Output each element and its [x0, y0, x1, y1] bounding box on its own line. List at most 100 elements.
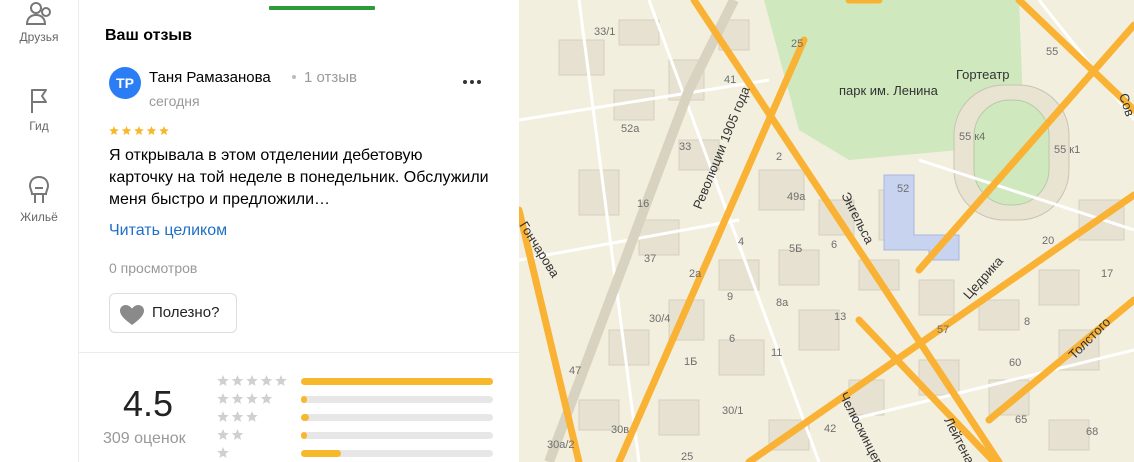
- house-number-label: 30/4: [649, 313, 670, 325]
- rating-value: 4.5: [123, 383, 174, 424]
- house-number-label: 49а: [787, 191, 806, 203]
- street-label: Сов: [1116, 91, 1134, 118]
- distribution-stars-5: [217, 375, 287, 386]
- distribution-bar-4: [301, 396, 493, 403]
- read-more-link[interactable]: Читать целиком: [109, 222, 227, 240]
- star-icon: [231, 429, 244, 440]
- house-number-label: 25: [791, 38, 803, 50]
- stadium: [953, 84, 1070, 221]
- distribution-stars-2: [217, 429, 244, 440]
- rail-label-friends: Друзья: [19, 30, 59, 44]
- map-canvas[interactable]: парк им. ЛенинаГортеатрРеволюции 1905 го…: [519, 0, 1134, 462]
- star-icon: [260, 393, 273, 404]
- rail-label-guide: Гид: [29, 119, 49, 133]
- star-icon: [217, 411, 229, 422]
- rail-item-friends[interactable]: Друзья: [0, 2, 78, 44]
- distribution-stars-3: [217, 411, 258, 422]
- dot-separator: [292, 75, 296, 79]
- star-icon: [275, 375, 287, 386]
- house-number-label: 5Б: [789, 243, 802, 255]
- friends-icon: [25, 2, 51, 25]
- distribution-bar-fill: [301, 378, 493, 385]
- useful-button[interactable]: Полезно?: [109, 293, 237, 333]
- star-icon: [246, 375, 258, 386]
- house-number-label: 16: [637, 198, 649, 210]
- review-panel: Ваш отзыв ТР Таня Рамазанова 1 отзыв сег…: [79, 0, 520, 462]
- highlighted-building: [883, 174, 960, 261]
- star-icon: [246, 393, 258, 404]
- section-divider: [79, 352, 519, 353]
- house-number-label: 33/1: [594, 26, 615, 38]
- house-number-label: 41: [724, 74, 736, 86]
- house-number-label: 13: [834, 311, 846, 323]
- rail-item-housing[interactable]: Жильё: [0, 174, 78, 224]
- avatar[interactable]: ТР: [109, 67, 141, 99]
- rating-count: 309 оценок: [103, 430, 186, 447]
- star-icon: [217, 393, 229, 404]
- distribution-stars-4: [217, 393, 273, 404]
- house-number-label: 17: [1101, 268, 1113, 280]
- house-number-label: 37: [644, 253, 656, 265]
- more-dots-icon: [463, 80, 481, 84]
- review-text: Я открывала в этом отделении дебетовую к…: [109, 147, 489, 208]
- useful-label: Полезно?: [152, 304, 220, 321]
- author-name[interactable]: Таня Рамазанова: [149, 69, 271, 86]
- distribution-bar-2: [301, 432, 493, 439]
- distribution-bar-fill: [301, 432, 307, 439]
- house-number-label: 30/1: [722, 405, 743, 417]
- star-icon: [121, 126, 132, 136]
- house-number-label: 20: [1042, 235, 1054, 247]
- star-icon: [109, 126, 119, 136]
- house-number-label: 57: [937, 324, 949, 336]
- left-rail: Друзья Гид Жильё: [0, 0, 79, 462]
- heart-icon: [120, 305, 144, 325]
- star-icon: [217, 375, 229, 386]
- section-title: Ваш отзыв: [105, 27, 192, 44]
- star-icon: [260, 375, 273, 386]
- house-number-label: 52: [897, 183, 909, 195]
- star-icon: [134, 126, 144, 136]
- flag-icon: [31, 89, 47, 113]
- star-icon: [217, 447, 229, 458]
- house-number-label: 1Б: [684, 356, 697, 368]
- house-number-label: 68: [1086, 426, 1098, 438]
- house-number-label: 30в: [611, 424, 629, 436]
- house-number-label: 9: [727, 291, 733, 303]
- house-number-label: 6: [729, 333, 735, 345]
- house-number-label: 25: [681, 451, 693, 462]
- star-icon: [159, 126, 169, 136]
- house-number-label: 6: [831, 239, 837, 251]
- distribution-bar-fill: [301, 450, 342, 457]
- more-options-button[interactable]: [462, 74, 482, 85]
- house-number-label: 2: [776, 151, 782, 163]
- author-review-count: 1 отзыв: [304, 69, 358, 86]
- star-icon: [231, 375, 244, 386]
- place-label: парк им. Ленина: [839, 83, 939, 98]
- review-stars: [109, 126, 169, 136]
- house-number-label: 30а/2: [547, 439, 575, 451]
- rail-label-housing: Жильё: [20, 210, 58, 224]
- map[interactable]: парк им. Ленина Гортеатр Революции 1905 го…: [519, 0, 1134, 462]
- house-number-label: 65: [1015, 414, 1027, 426]
- distribution-bar-fill: [301, 396, 307, 403]
- house-number-label: 8: [1024, 316, 1030, 328]
- distribution-bar-fill: [301, 414, 309, 421]
- house-number-label: 42: [824, 423, 836, 435]
- review-date: сегодня: [149, 93, 200, 109]
- distribution-bar-1: [301, 450, 493, 457]
- place-label: Гортеатр: [956, 67, 1010, 82]
- housing-icon: [28, 175, 50, 203]
- star-icon: [231, 411, 244, 422]
- house-number-label: 55 к4: [959, 131, 985, 143]
- views-count: 0 просмотров: [109, 260, 198, 276]
- star-icon: [246, 411, 258, 422]
- house-number-label: 11: [771, 347, 782, 359]
- star-icon: [146, 126, 157, 136]
- house-number-label: 2а: [689, 268, 702, 280]
- house-number-label: 33: [679, 141, 691, 153]
- rail-item-guide[interactable]: Гид: [0, 87, 78, 133]
- distribution-bar-3: [301, 414, 493, 421]
- active-tab-indicator: [269, 6, 375, 10]
- distribution-bar-5: [301, 378, 493, 385]
- star-icon: [231, 393, 244, 404]
